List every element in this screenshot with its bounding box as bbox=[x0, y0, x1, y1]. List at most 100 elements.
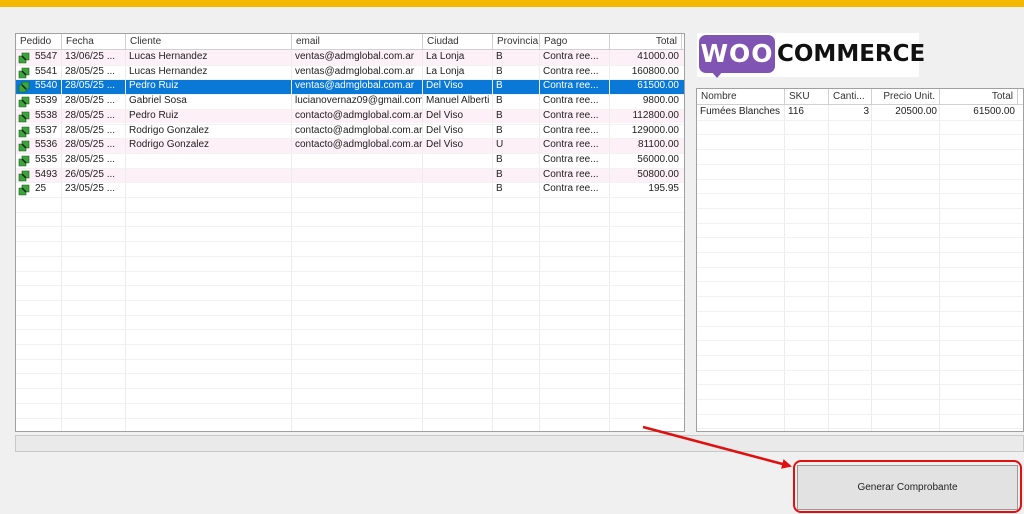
order-row[interactable]: 5547 13/06/25 ... Lucas Hernandez ventas@ad… bbox=[16, 50, 684, 65]
items-header-total[interactable]: Total bbox=[940, 89, 1018, 104]
order-status-icon bbox=[18, 111, 30, 123]
row-divider bbox=[16, 344, 684, 345]
row-divider bbox=[16, 64, 684, 66]
order-cell-provincia: U bbox=[496, 139, 504, 151]
items-header-sku[interactable]: SKU bbox=[785, 89, 829, 104]
order-row[interactable]: 5537 28/05/25 ... Rodrigo Gonzalez contacto… bbox=[16, 124, 684, 139]
row-divider bbox=[16, 138, 684, 140]
order-row[interactable]: 25 23/05/25 ... B Contra ree... 195.95 bbox=[16, 182, 684, 197]
order-items-grid[interactable]: Nombre SKU Canti... Precio Unit. Total Fumée… bbox=[696, 88, 1024, 432]
order-status-icon bbox=[18, 126, 30, 137]
row-divider bbox=[697, 163, 1023, 165]
order-cell-fecha: 13/06/25 ... bbox=[65, 51, 116, 62]
order-cell-ciudad: Manuel Alberti bbox=[426, 95, 490, 107]
orders-header-provincia[interactable]: Provincia bbox=[493, 34, 540, 49]
order-cell-email bbox=[292, 153, 423, 168]
item-cell-sku: 116 bbox=[788, 106, 804, 117]
order-cell-provincia: B bbox=[496, 124, 503, 136]
order-row[interactable]: 5541 28/05/25 ... Lucas Hernandez ventas@ad… bbox=[16, 65, 684, 80]
row-divider bbox=[697, 340, 1023, 342]
order-row[interactable]: 5539 28/05/25 ... Gabriel Sosa lucianoverna… bbox=[16, 94, 684, 109]
order-cell-email: ventas@admglobal.com.ar bbox=[295, 51, 415, 62]
order-cell-total: 129000.00 bbox=[631, 124, 679, 136]
order-cell-total: 160800.00 bbox=[631, 65, 679, 77]
row-divider bbox=[697, 354, 1023, 356]
row-divider bbox=[697, 384, 1023, 386]
order-cell-email: lucianovernaz09@gmail.com bbox=[295, 95, 423, 107]
order-cell-provincia: B bbox=[496, 183, 503, 195]
orders-header-ciudad[interactable]: Ciudad bbox=[423, 34, 493, 49]
item-cell-cantidad: 3 bbox=[863, 106, 869, 117]
orders-header-total[interactable]: Total bbox=[610, 34, 682, 49]
row-divider bbox=[697, 237, 1023, 239]
column-divider bbox=[828, 105, 829, 431]
order-cell-cliente: Pedro Ruiz bbox=[129, 109, 179, 121]
order-cell-cliente: Rodrigo Gonzalez bbox=[129, 124, 210, 136]
order-cell-pedido: 5541 bbox=[35, 65, 58, 77]
order-cell-ciudad: Del Viso bbox=[426, 109, 464, 121]
order-cell-total: 41000.00 bbox=[637, 51, 679, 62]
orders-grid[interactable]: Pedido Fecha Cliente email Ciudad Provincia Pa… bbox=[15, 33, 685, 432]
row-divider bbox=[16, 255, 684, 257]
order-cell-pago: Contra ree... bbox=[543, 109, 599, 121]
row-divider bbox=[697, 413, 1023, 415]
row-divider bbox=[697, 207, 1023, 209]
order-cell-ciudad: La Lonja bbox=[426, 65, 465, 77]
order-cell-pedido: 5536 bbox=[35, 139, 58, 151]
orders-header-pago[interactable]: Pago bbox=[540, 34, 610, 49]
order-row[interactable]: 5536 28/05/25 ... Rodrigo Gonzalez contacto… bbox=[16, 138, 684, 153]
order-row[interactable]: 5540 28/05/25 ... Pedro Ruiz ventas@admglob… bbox=[16, 79, 684, 95]
column-divider bbox=[939, 105, 940, 431]
items-header-cantidad[interactable]: Canti... bbox=[829, 89, 872, 104]
row-divider bbox=[697, 369, 1023, 371]
items-header-precio[interactable]: Precio Unit. bbox=[872, 89, 940, 104]
row-divider bbox=[697, 193, 1023, 195]
order-cell-pedido: 5547 bbox=[35, 51, 58, 62]
order-cell-pago: Contra ree... bbox=[543, 95, 599, 107]
orders-header-cliente[interactable]: Cliente bbox=[126, 34, 292, 49]
order-row[interactable]: 5538 28/05/25 ... Pedro Ruiz contacto@admgl… bbox=[16, 108, 684, 124]
order-cell-pago: Contra ree... bbox=[543, 80, 599, 92]
order-cell-email bbox=[292, 182, 423, 197]
order-cell-provincia: B bbox=[496, 95, 503, 107]
order-row[interactable]: 5493 26/05/25 ... B Contra ree... 50800.00 bbox=[16, 167, 684, 183]
top-accent-bar bbox=[0, 0, 1024, 7]
order-row[interactable]: 5535 28/05/25 ... B Contra ree... 56000.00 bbox=[16, 153, 684, 168]
order-status-icon bbox=[18, 67, 30, 78]
row-divider bbox=[16, 197, 684, 198]
order-cell-pedido: 25 bbox=[35, 183, 47, 195]
row-divider bbox=[16, 270, 684, 272]
row-divider bbox=[697, 428, 1023, 430]
order-cell-pago: Contra ree... bbox=[543, 139, 599, 151]
order-cell-cliente bbox=[126, 182, 292, 197]
orders-header-pedido[interactable]: Pedido bbox=[16, 34, 62, 49]
order-cell-pago: Contra ree... bbox=[543, 153, 599, 165]
items-header-nombre[interactable]: Nombre bbox=[697, 89, 785, 104]
orders-header-fecha[interactable]: Fecha bbox=[62, 34, 126, 49]
row-divider bbox=[16, 152, 684, 154]
order-cell-pedido: 5540 bbox=[35, 80, 58, 92]
item-row[interactable]: Fumées Blanches 116 3 20500.00 61500.00 bbox=[697, 105, 1023, 120]
row-divider bbox=[697, 281, 1023, 283]
row-divider bbox=[16, 329, 684, 331]
logo-commerce-text: COMMERCE bbox=[777, 41, 926, 67]
order-cell-fecha: 23/05/25 ... bbox=[65, 183, 116, 195]
orders-grid-header: Pedido Fecha Cliente email Ciudad Provincia Pa… bbox=[16, 34, 684, 50]
order-cell-provincia: B bbox=[496, 51, 503, 62]
order-status-icon bbox=[18, 155, 30, 167]
order-cell-fecha: 28/05/25 ... bbox=[65, 124, 116, 136]
order-cell-total: 195.95 bbox=[648, 183, 679, 195]
order-status-icon bbox=[18, 170, 30, 181]
row-divider bbox=[16, 388, 684, 390]
row-divider bbox=[697, 134, 1023, 136]
order-cell-provincia: B bbox=[496, 65, 503, 77]
order-cell-pago: Contra ree... bbox=[543, 168, 599, 180]
logo-bubble-tail bbox=[711, 71, 723, 78]
row-divider bbox=[16, 373, 684, 375]
order-cell-cliente bbox=[126, 168, 292, 183]
order-cell-ciudad: Del Viso bbox=[426, 124, 464, 136]
order-status-icon bbox=[18, 140, 30, 152]
row-divider bbox=[16, 211, 684, 213]
order-cell-ciudad bbox=[423, 182, 493, 197]
orders-header-email[interactable]: email bbox=[292, 34, 423, 49]
